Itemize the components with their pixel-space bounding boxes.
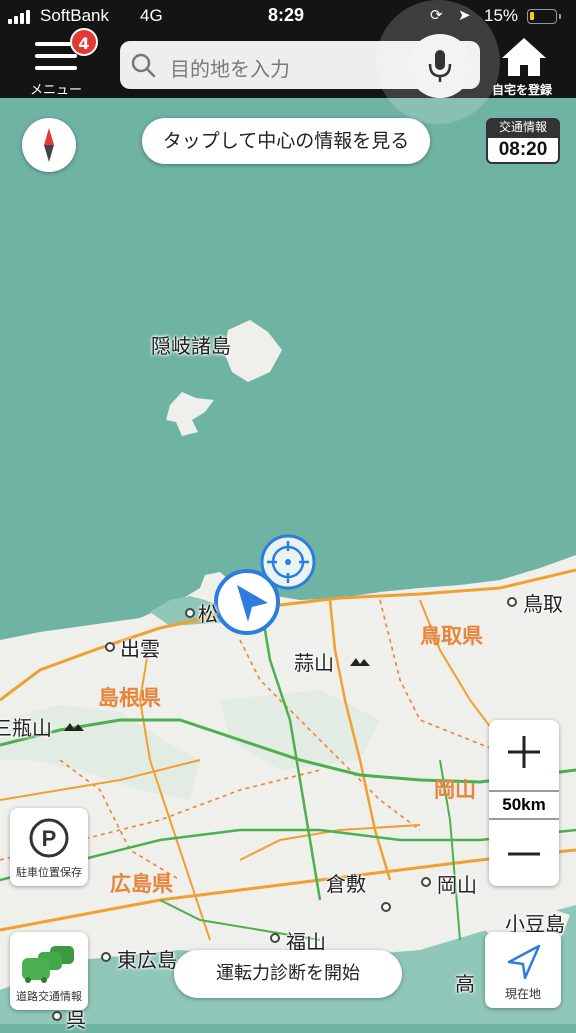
- traffic-info-widget[interactable]: 交通情報 08:20: [486, 118, 560, 164]
- map-label-hiruzen: 蒜山: [294, 651, 334, 675]
- prefecture-label-tottori: 鳥取県: [420, 624, 483, 648]
- search-icon: [131, 53, 156, 78]
- battery-icon: [527, 9, 561, 24]
- city-dot-izumo: [105, 642, 115, 652]
- city-dot-kurashiki: [381, 902, 391, 912]
- zoom-control: 50km: [489, 720, 559, 886]
- home-icon: [502, 38, 546, 76]
- save-parking-label: 駐車位置保存: [16, 866, 82, 879]
- city-dot-okayama: [421, 877, 431, 887]
- clock: 8:29: [268, 5, 305, 25]
- voice-input-button[interactable]: [408, 34, 472, 98]
- traffic-info-time: 08:20: [486, 136, 560, 164]
- city-dot-kure: [52, 1011, 62, 1021]
- city-dot-tottori: [507, 597, 517, 607]
- current-location-button[interactable]: 現在地: [485, 932, 561, 1008]
- start-drive-diagnosis-button[interactable]: 運転力診断を開始: [174, 950, 402, 998]
- map-scale: 50km: [489, 790, 559, 820]
- network-type: 4G: [140, 6, 163, 25]
- signal-strength-icon: [8, 10, 36, 24]
- microphone-icon: [428, 50, 452, 82]
- zoom-out-button[interactable]: [489, 822, 559, 886]
- road-traffic-label: 道路交通情報: [16, 990, 82, 1003]
- prefecture-label-shimane: 島根県: [98, 686, 161, 710]
- carrier-name: SoftBank: [40, 6, 109, 25]
- city-dot-higashihiroshima: [101, 952, 111, 962]
- notification-badge: 4: [70, 28, 98, 56]
- menu-label: メニュー: [30, 83, 83, 98]
- map-label-kurashiki: 倉敷: [326, 872, 366, 896]
- minus-icon: [508, 852, 540, 856]
- city-dot-matsue: [185, 608, 195, 618]
- compass-icon: [44, 128, 54, 162]
- prefecture-label-okayama: 岡山: [434, 778, 476, 802]
- current-position-marker: [214, 569, 280, 635]
- current-location-label: 現在地: [504, 987, 541, 1001]
- map-label-sanbe: 三瓶山: [0, 716, 52, 740]
- map-label-tottori: 鳥取: [523, 592, 563, 616]
- menu-button[interactable]: 4 メニュー: [24, 28, 98, 98]
- map-label-higashihiroshima: 東広島: [117, 948, 177, 972]
- parking-icon: P: [29, 818, 69, 858]
- svg-text:P: P: [42, 826, 57, 851]
- map-label-izumo: 出雲: [120, 637, 160, 661]
- prefecture-label-hiroshima: 広島県: [110, 872, 173, 896]
- zoom-in-button[interactable]: [489, 720, 559, 784]
- map-label-okayama: 岡山: [437, 873, 477, 897]
- search-placeholder: 目的地を入力: [170, 57, 290, 81]
- navigation-arrow-icon: [507, 944, 541, 980]
- road-traffic-button[interactable]: 道路交通情報: [10, 932, 88, 1010]
- map-label-taka: 高: [455, 972, 475, 996]
- compass-button[interactable]: [22, 118, 76, 172]
- city-dot-fukuyama: [270, 933, 280, 943]
- save-parking-button[interactable]: P 駐車位置保存: [10, 808, 88, 886]
- register-home-label: 自宅を登録: [492, 83, 553, 97]
- map-label-matsue: 松: [198, 602, 218, 626]
- battery-percent: 15%: [484, 6, 519, 25]
- traffic-info-title: 交通情報: [486, 118, 560, 136]
- center-info-button[interactable]: タップして中心の情報を見る: [142, 118, 430, 164]
- top-toolbar: 4 メニュー 目的地を入力 自宅を登録: [0, 0, 576, 124]
- map-label-oki: 隠岐諸島: [151, 334, 231, 358]
- plus-icon: [508, 736, 540, 768]
- traffic-jam-icon: [22, 946, 74, 983]
- register-home-button[interactable]: 自宅を登録: [488, 34, 568, 98]
